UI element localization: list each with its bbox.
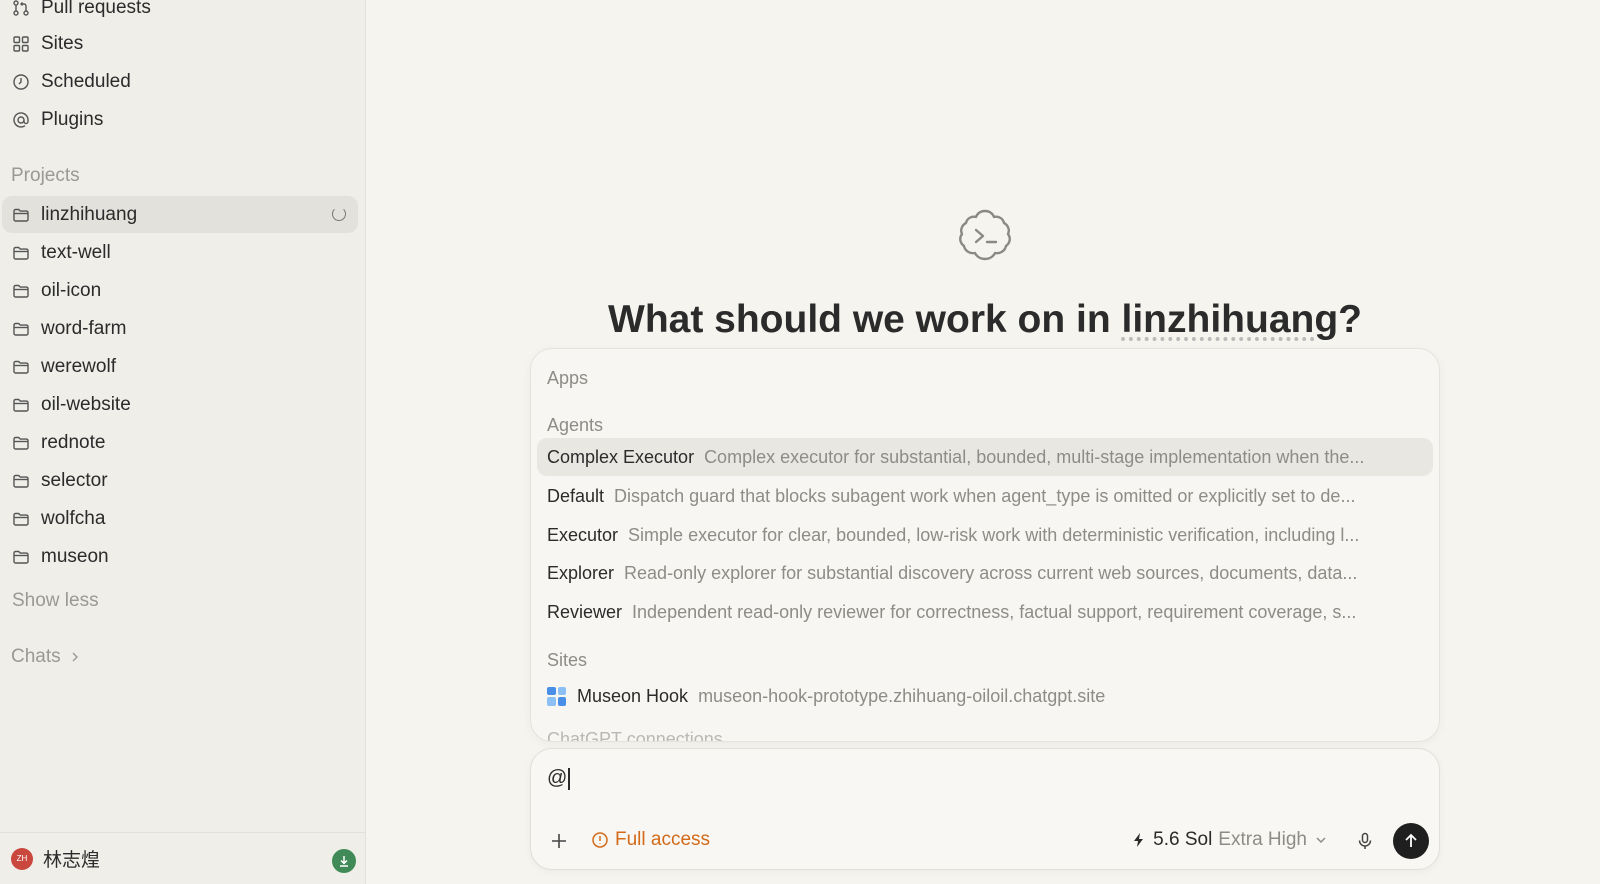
prompt-input[interactable]: @ [547,767,570,790]
user-name: 林志煌 [43,850,101,871]
user-account[interactable]: ZH 林志煌 [0,832,366,884]
folder-icon [12,358,30,376]
nav-sites[interactable]: Sites [0,26,366,62]
folder-icon [12,320,30,338]
model-name: 5.6 Sol [1153,829,1213,850]
agents-section-label: Agents [547,415,604,435]
chats-section-toggle[interactable]: Chats [11,646,81,668]
folder-icon [12,472,30,490]
composer: @ Full access 5.6 Sol Extra High [530,748,1440,870]
project-label: linzhihuang [41,203,138,225]
project-selector[interactable]: linzhihuang [1122,298,1339,341]
agent-item-executor[interactable]: Executor Simple executor for clear, bound… [537,516,1433,554]
project-item-word-farm[interactable]: word-farm [2,310,358,347]
project-label: wolfcha [41,507,106,529]
sidebar: Pull requests Sites Scheduled Plugins Pr… [0,0,366,884]
agent-name: Complex Executor [547,446,695,467]
site-item-museon-hook[interactable]: Museon Hook museon-hook-prototype.zhihua… [537,677,1433,715]
project-label: museon [41,545,109,567]
nav-label: Scheduled [41,71,131,92]
add-attachment-button[interactable] [547,829,571,853]
folder-icon [12,282,30,300]
agent-description: Simple executor for clear, bounded, low-… [628,524,1360,545]
arrow-up-icon [1405,833,1417,847]
site-url: museon-hook-prototype.zhihuang-oiloil.ch… [698,685,1106,706]
download-icon [340,856,348,867]
project-label: werewolf [41,355,116,377]
lightning-icon [1134,833,1144,847]
agent-description: Complex executor for substantial, bounde… [704,446,1365,467]
text-caret [568,767,570,790]
agent-name: Executor [547,524,619,545]
project-item-oil-icon[interactable]: oil-icon [2,272,358,309]
folder-icon [12,434,30,452]
apps-section-label: Apps [547,368,589,388]
project-label: word-farm [41,317,127,339]
site-icon [547,686,566,706]
nav-pull-requests[interactable]: Pull requests [0,0,366,26]
nav-plugins[interactable]: Plugins [0,102,366,138]
project-label: text-well [41,241,111,263]
agent-description: Dispatch guard that blocks subagent work… [614,485,1356,506]
send-button[interactable] [1393,823,1429,859]
project-label: oil-icon [41,279,102,301]
clock-icon [12,73,30,91]
agent-item-default[interactable]: Default Dispatch guard that blocks subage… [537,477,1433,515]
agent-item-reviewer[interactable]: Reviewer Independent read-only reviewer f… [537,593,1433,631]
project-item-oil-website[interactable]: oil-website [2,386,358,423]
page-title: What should we work on in linzhihuang? [608,298,1362,341]
model-selector[interactable]: 5.6 Sol Extra High [1131,829,1329,851]
avatar: ZH [11,847,33,870]
projects-heading: Projects [11,165,80,186]
project-item-linzhihuang[interactable]: linzhihuang [2,196,358,233]
project-item-museon[interactable]: museon [2,538,358,575]
project-label: rednote [41,431,106,453]
warning-circle-icon [592,832,608,848]
project-item-text-well[interactable]: text-well [2,234,358,271]
folder-icon [12,206,30,224]
plus-icon [552,834,566,848]
project-item-wolfcha[interactable]: wolfcha [2,500,358,537]
nav-label: Plugins [41,109,104,130]
project-item-rednote[interactable]: rednote [2,424,358,461]
folder-icon [12,510,30,528]
loading-spinner-icon [332,207,346,221]
microphone-button[interactable] [1355,831,1375,851]
project-item-selector[interactable]: selector [2,462,358,499]
app-logo-icon [954,205,1016,267]
access-label: Full access [615,829,711,850]
agent-description: Read-only explorer for substantial disco… [624,562,1358,583]
download-update-button[interactable] [332,849,356,873]
sites-section-label: Sites [547,650,588,670]
folder-icon [12,244,30,262]
site-name: Museon Hook [577,685,689,706]
nav-scheduled[interactable]: Scheduled [0,64,366,100]
project-label: oil-website [41,393,131,415]
agent-item-complex-executor[interactable]: Complex Executor Complex executor for sub… [537,438,1433,476]
project-item-werewolf[interactable]: werewolf [2,348,358,385]
microphone-icon [1358,832,1372,849]
pull-request-icon [12,0,30,17]
chevron-down-icon [1316,837,1326,844]
project-label: selector [41,469,108,491]
nav-label: Pull requests [41,0,151,18]
access-level-button[interactable]: Full access [591,829,710,851]
agent-name: Reviewer [547,601,623,622]
folder-icon [12,396,30,414]
reasoning-level: Extra High [1218,829,1307,850]
chats-label: Chats [11,646,61,667]
show-less-link[interactable]: Show less [12,590,99,612]
nav-label: Sites [41,33,84,54]
at-sign-icon [12,111,30,129]
agent-description: Independent read-only reviewer for corre… [632,601,1357,622]
agent-item-explorer[interactable]: Explorer Read-only explorer for substanti… [537,554,1433,592]
agent-name: Explorer [547,562,615,583]
folder-icon [12,548,30,566]
mention-menu: Apps Agents Complex Executor Complex exec… [530,348,1440,742]
agent-name: Default [547,485,605,506]
chevron-right-icon [72,652,78,662]
connections-section-label: ChatGPT connections [547,729,723,742]
grid-icon [12,35,30,53]
